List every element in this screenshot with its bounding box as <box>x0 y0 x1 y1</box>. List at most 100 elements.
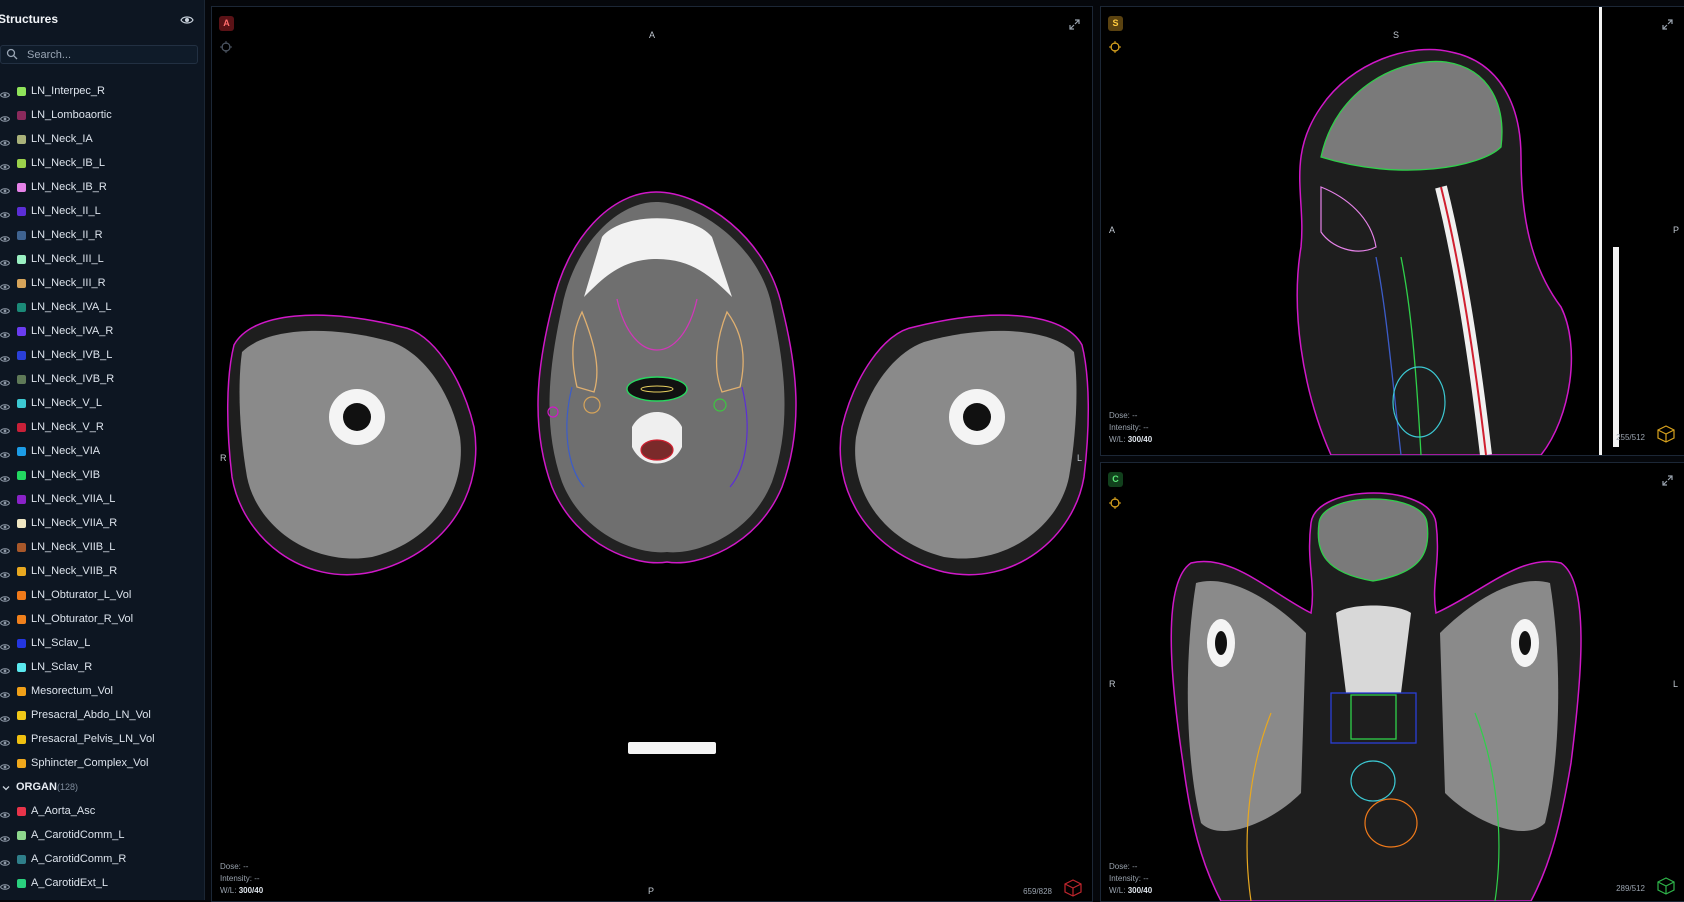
structure-item[interactable]: LN_Interpec_R <box>0 80 204 104</box>
structure-item[interactable]: Presacral_Pelvis_LN_Vol <box>0 728 204 752</box>
visibility-eye-icon[interactable] <box>0 639 11 650</box>
orientation-cube-icon[interactable] <box>1657 877 1675 895</box>
structure-item[interactable]: LN_Neck_V_R <box>0 416 204 440</box>
visibility-eye-icon[interactable] <box>0 495 11 506</box>
structure-label: LN_Neck_III_L <box>31 253 104 265</box>
expand-icon[interactable] <box>1662 475 1673 486</box>
intensity-value: -- <box>254 874 260 883</box>
orientation-cube-icon[interactable] <box>1064 879 1082 897</box>
structure-label: A_CarotidExt_L <box>31 877 109 889</box>
structure-item[interactable]: LN_Neck_VIIB_R <box>0 560 204 584</box>
visibility-eye-icon[interactable] <box>0 567 11 578</box>
visibility-eye-icon[interactable] <box>0 207 11 218</box>
structure-item[interactable]: LN_Obturator_L_Vol <box>0 584 204 608</box>
color-swatch <box>17 831 26 840</box>
structure-label: LN_Obturator_R_Vol <box>31 613 134 625</box>
structure-item[interactable]: LN_Neck_IB_R <box>0 176 204 200</box>
color-swatch <box>17 567 26 576</box>
structure-item[interactable]: LN_Neck_VIA <box>0 440 204 464</box>
structure-item[interactable]: LN_Neck_VIIA_R <box>0 512 204 536</box>
visibility-eye-icon[interactable] <box>0 327 11 338</box>
visibility-eye-icon[interactable] <box>0 87 11 98</box>
color-swatch <box>17 591 26 600</box>
visibility-eye-icon[interactable] <box>0 399 11 410</box>
color-swatch <box>17 327 26 336</box>
structure-item[interactable]: LN_Neck_II_L <box>0 200 204 224</box>
structure-item[interactable]: A_Aorta_Asc <box>0 800 204 824</box>
structure-label: LN_Neck_III_R <box>31 277 106 289</box>
orientation-cube-icon[interactable] <box>1657 425 1675 443</box>
structure-item[interactable]: LN_Sclav_R <box>0 656 204 680</box>
structure-item[interactable]: A_CarotidComm_R <box>0 848 204 872</box>
visibility-eye-icon[interactable] <box>0 471 11 482</box>
structure-item[interactable]: LN_Neck_IVB_R <box>0 368 204 392</box>
structure-item[interactable]: LN_Neck_II_R <box>0 224 204 248</box>
visibility-eye-icon[interactable] <box>0 303 11 314</box>
structure-item[interactable]: LN_Neck_VIIA_L <box>0 488 204 512</box>
crosshair-icon[interactable] <box>1109 497 1121 509</box>
visibility-eye-icon[interactable] <box>0 351 11 362</box>
wl-value: 300/40 <box>238 886 264 895</box>
structure-item[interactable]: LN_Neck_VIIB_L <box>0 536 204 560</box>
sagittal-view-badge: S <box>1108 16 1123 31</box>
color-swatch <box>17 303 26 312</box>
sagittal-viewport[interactable]: S S A P Dose: -- Intensity: -- W/L: 300/… <box>1100 6 1684 456</box>
visibility-eye-icon[interactable] <box>0 591 11 602</box>
structure-item[interactable]: LN_Neck_IVB_L <box>0 344 204 368</box>
structure-item[interactable]: A_CarotidComm_L <box>0 824 204 848</box>
structure-item[interactable]: LN_Neck_III_R <box>0 272 204 296</box>
visibility-eye-icon[interactable] <box>0 231 11 242</box>
structure-item[interactable]: Sphincter_Complex_Vol <box>0 752 204 776</box>
search-input[interactable] <box>27 46 187 63</box>
visibility-eye-icon[interactable] <box>0 879 11 890</box>
structure-item[interactable]: LN_Neck_IVA_L <box>0 296 204 320</box>
visibility-eye-icon[interactable] <box>0 135 11 146</box>
visibility-eye-icon[interactable] <box>0 279 11 290</box>
color-swatch <box>17 231 26 240</box>
structure-item[interactable]: LN_Neck_IB_L <box>0 152 204 176</box>
eye-icon[interactable] <box>180 13 194 27</box>
structure-item[interactable]: Mesorectum_Vol <box>0 680 204 704</box>
orientation-left: A <box>1109 225 1116 235</box>
structure-item[interactable]: LN_Neck_IVA_R <box>0 320 204 344</box>
structure-item[interactable]: LN_Neck_IA <box>0 128 204 152</box>
expand-icon[interactable] <box>1069 19 1080 30</box>
visibility-eye-icon[interactable] <box>0 615 11 626</box>
visibility-eye-icon[interactable] <box>0 423 11 434</box>
axial-viewport[interactable]: A A P R L Dose: -- Intensity: -- W/L: 30… <box>211 6 1093 902</box>
visibility-eye-icon[interactable] <box>0 711 11 722</box>
crosshair-icon[interactable] <box>1109 41 1121 53</box>
visibility-eye-icon[interactable] <box>0 735 11 746</box>
structure-item[interactable]: LN_Neck_III_L <box>0 248 204 272</box>
visibility-eye-icon[interactable] <box>0 111 11 122</box>
structure-item[interactable]: LN_Lomboaortic <box>0 104 204 128</box>
visibility-eye-icon[interactable] <box>0 543 11 554</box>
visibility-eye-icon[interactable] <box>0 159 11 170</box>
visibility-eye-icon[interactable] <box>0 375 11 386</box>
structure-list: LN_Interpec_R LN_Lomboaortic LN_Neck_IA LN_… <box>0 80 204 896</box>
structure-item[interactable]: A_CarotidExt_L <box>0 872 204 896</box>
structure-item[interactable]: LN_Neck_VIB <box>0 464 204 488</box>
visibility-eye-icon[interactable] <box>0 759 11 770</box>
crosshair-icon[interactable] <box>220 41 232 53</box>
color-swatch <box>17 759 26 768</box>
visibility-eye-icon[interactable] <box>0 663 11 674</box>
structure-item[interactable]: Presacral_Abdo_LN_Vol <box>0 704 204 728</box>
coronal-viewport[interactable]: C R L Dose: -- Intensity: -- W/L: 300/40… <box>1100 462 1684 902</box>
structure-item[interactable]: LN_Sclav_L <box>0 632 204 656</box>
visibility-eye-icon[interactable] <box>0 255 11 266</box>
visibility-eye-icon[interactable] <box>0 687 11 698</box>
slice-counter: 659/828 <box>1023 887 1052 896</box>
visibility-eye-icon[interactable] <box>0 831 11 842</box>
structure-item[interactable]: LN_Neck_V_L <box>0 392 204 416</box>
structure-item[interactable]: LN_Obturator_R_Vol <box>0 608 204 632</box>
visibility-eye-icon[interactable] <box>0 183 11 194</box>
orientation-left: R <box>220 453 227 463</box>
structure-label: Presacral_Abdo_LN_Vol <box>31 709 151 721</box>
group-organ[interactable]: ORGAN (128) <box>0 776 204 800</box>
visibility-eye-icon[interactable] <box>0 807 11 818</box>
visibility-eye-icon[interactable] <box>0 447 11 458</box>
visibility-eye-icon[interactable] <box>0 855 11 866</box>
visibility-eye-icon[interactable] <box>0 519 11 530</box>
expand-icon[interactable] <box>1662 19 1673 30</box>
